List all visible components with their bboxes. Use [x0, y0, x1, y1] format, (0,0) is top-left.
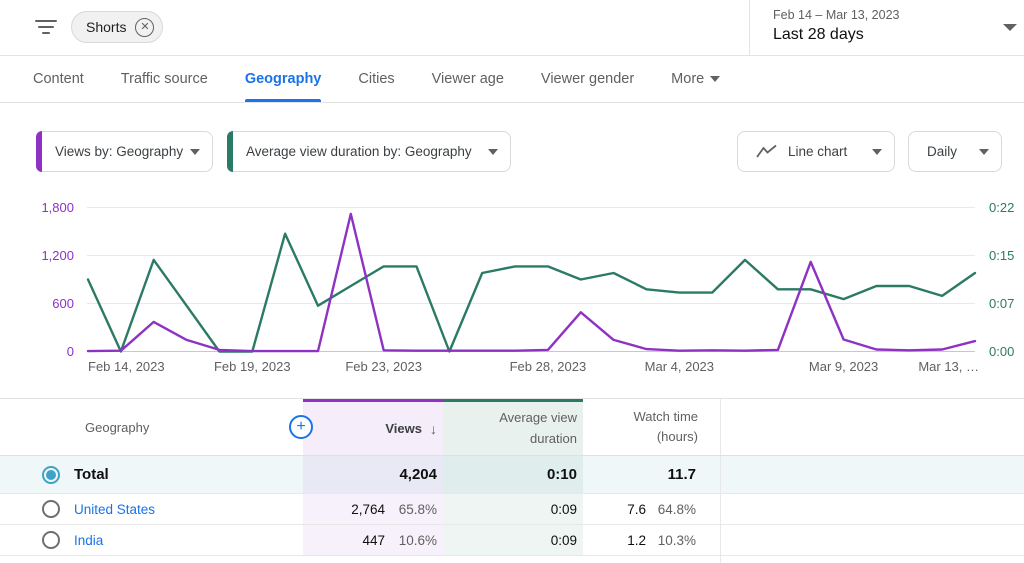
- shorts-filter-chip[interactable]: Shorts ✕: [71, 11, 164, 43]
- views-metric-label: Views by: Geography: [55, 144, 184, 159]
- svg-text:Feb 14, 2023: Feb 14, 2023: [88, 359, 165, 374]
- top-bar: Shorts ✕ Feb 14 – Mar 13, 2023 Last 28 d…: [0, 0, 1024, 56]
- radio-selected-icon[interactable]: [42, 465, 60, 484]
- avg-duration-metric-dropdown[interactable]: Average view duration by: Geography: [227, 131, 511, 172]
- total-views: 4,204: [399, 466, 437, 483]
- youtube-studio-analytics-page: Shorts ✕ Feb 14 – Mar 13, 2023 Last 28 d…: [0, 0, 1024, 563]
- chevron-down-icon: [488, 148, 498, 155]
- line-chart-icon: [756, 144, 777, 158]
- chevron-down-icon[interactable]: [1003, 24, 1017, 31]
- radio-unselected-icon[interactable]: [42, 500, 60, 518]
- chart-type-dropdown[interactable]: Line chart: [737, 131, 895, 172]
- svg-text:0:15: 0:15: [989, 248, 1014, 263]
- green-accent-bar: [227, 131, 233, 172]
- empty-cell: [720, 525, 1024, 555]
- chevron-down-icon: [190, 148, 200, 155]
- date-range-picker[interactable]: Feb 14 – Mar 13, 2023 Last 28 days: [773, 8, 899, 44]
- svg-text:0: 0: [67, 344, 74, 359]
- chart-type-label: Line chart: [788, 144, 848, 159]
- geography-column-header[interactable]: Geography: [0, 399, 303, 455]
- table-row-partial: [0, 556, 1024, 563]
- chevron-down-icon: [979, 148, 989, 155]
- avg-duration-metric-label: Average view duration by: Geography: [246, 144, 472, 159]
- table-row[interactable]: India 447 10.6% 0:09 1.2 10.3%: [0, 525, 1024, 556]
- tab-more[interactable]: More: [671, 55, 721, 102]
- purple-accent-bar: [36, 131, 42, 172]
- table-row[interactable]: United States 2,764 65.8% 0:09 7.6 64.8%: [0, 494, 1024, 525]
- tab-content[interactable]: Content: [33, 55, 84, 102]
- svg-text:0:22: 0:22: [989, 200, 1014, 215]
- total-avg-duration: 0:10: [546, 466, 577, 483]
- filter-icon[interactable]: [35, 20, 57, 35]
- close-icon[interactable]: ✕: [135, 17, 155, 37]
- svg-text:Feb 23, 2023: Feb 23, 2023: [345, 359, 422, 374]
- watch-time-column-header[interactable]: Watch time (hours): [583, 399, 720, 455]
- views-metric-dropdown[interactable]: Views by: Geography: [36, 131, 213, 172]
- table-header-row: Geography Views ↓ Average view duration …: [0, 398, 1024, 456]
- svg-text:Mar 4, 2023: Mar 4, 2023: [645, 359, 714, 374]
- empty-cell: [720, 494, 1024, 524]
- date-range-text: Feb 14 – Mar 13, 2023: [773, 8, 900, 22]
- chevron-down-icon: [872, 148, 882, 155]
- views-column-header[interactable]: Views ↓: [303, 399, 443, 455]
- chevron-down-icon: [710, 75, 721, 82]
- svg-text:Mar 9, 2023: Mar 9, 2023: [809, 359, 878, 374]
- empty-cell: [720, 556, 1024, 563]
- svg-text:0:07: 0:07: [989, 296, 1014, 311]
- date-preset-text: Last 28 days: [773, 26, 864, 43]
- total-watch-hours: 11.7: [667, 466, 696, 483]
- add-metric-button[interactable]: +: [289, 415, 313, 439]
- radio-unselected-icon[interactable]: [42, 531, 60, 549]
- svg-text:Mar 13, …: Mar 13, …: [918, 359, 979, 374]
- tab-cities[interactable]: Cities: [358, 55, 394, 102]
- chip-label: Shorts: [86, 19, 127, 35]
- tab-viewer-gender[interactable]: Viewer gender: [541, 55, 634, 102]
- sort-desc-icon[interactable]: ↓: [430, 421, 437, 437]
- interval-label: Daily: [927, 144, 958, 159]
- tab-geography[interactable]: Geography: [244, 55, 321, 102]
- analytics-line-chart[interactable]: 0 0:00 600 0:07 1,200 0:15 1,800 0:22 Feb 14, 20…: [0, 190, 1024, 390]
- svg-text:600: 600: [52, 296, 74, 311]
- tab-viewer-age[interactable]: Viewer age: [432, 55, 504, 102]
- svg-text:1,200: 1,200: [41, 248, 74, 263]
- svg-text:Feb 19, 2023: Feb 19, 2023: [214, 359, 291, 374]
- geography-link[interactable]: India: [74, 533, 103, 548]
- svg-text:0:00: 0:00: [989, 344, 1014, 359]
- empty-column: [720, 399, 1024, 455]
- analytics-tab-bar: Content Traffic source Geography Cities …: [0, 55, 1024, 103]
- table-row-total[interactable]: Total 4,204 0:10 11.7: [0, 456, 1024, 494]
- interval-dropdown[interactable]: Daily: [908, 131, 1002, 172]
- svg-text:Feb 28, 2023: Feb 28, 2023: [510, 359, 587, 374]
- empty-cell: [720, 456, 1024, 493]
- geography-link[interactable]: United States: [74, 502, 155, 517]
- row-label: Total: [74, 466, 109, 483]
- divider: [749, 0, 750, 55]
- tab-traffic-source[interactable]: Traffic source: [121, 55, 208, 102]
- avg-duration-column-header[interactable]: Average view duration: [443, 399, 583, 455]
- svg-text:1,800: 1,800: [41, 200, 74, 215]
